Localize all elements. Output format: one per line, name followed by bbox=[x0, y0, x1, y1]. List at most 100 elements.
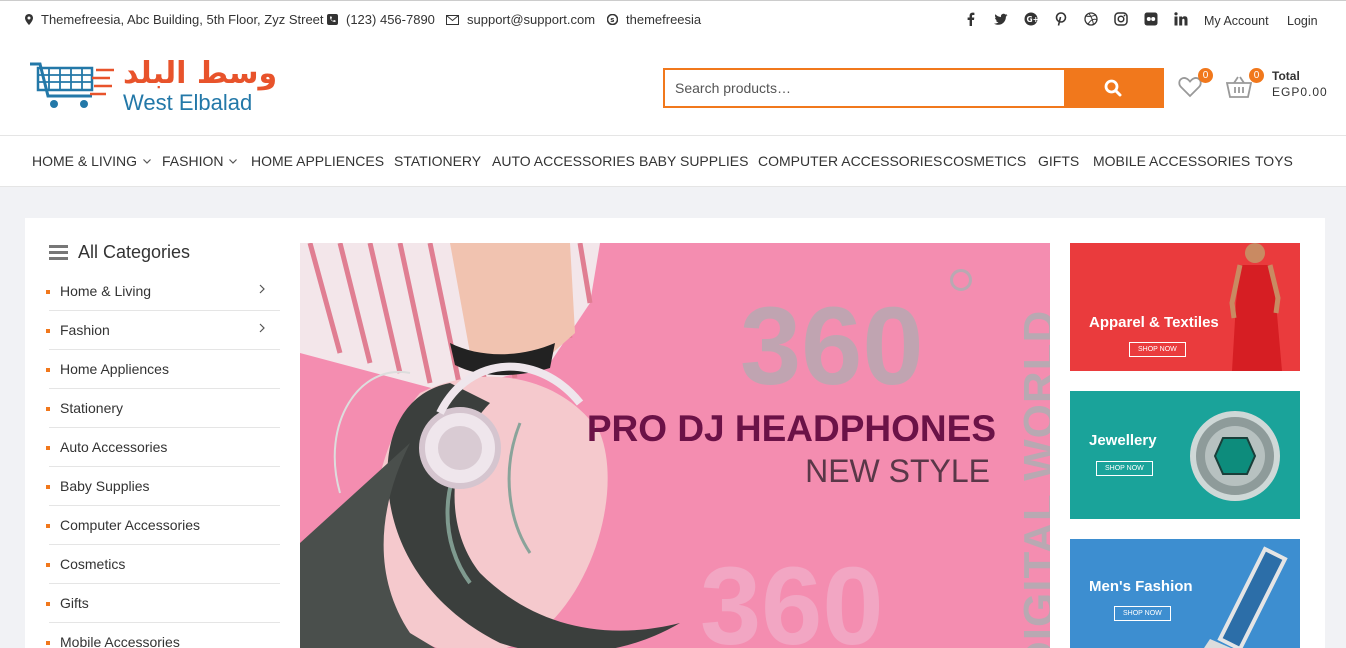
wishlist-button[interactable]: 0 bbox=[1178, 68, 1213, 100]
nav-item-label: MOBILE ACCESSORIES bbox=[1093, 153, 1251, 169]
search-button[interactable] bbox=[1064, 70, 1162, 106]
chevron-down-icon bbox=[229, 158, 238, 164]
nav-item-cosmetics[interactable]: COSMETICS bbox=[943, 153, 1026, 169]
map-marker-icon bbox=[25, 14, 33, 25]
category-label: Computer Accessories bbox=[60, 517, 201, 533]
category-item-home-appliences[interactable]: Home Appliences bbox=[46, 350, 280, 389]
site-header: وسط البلد West Elbalad 0 0 Total EGP0.00 bbox=[0, 38, 1346, 136]
google-plus-icon[interactable]: G+ bbox=[1024, 12, 1038, 26]
hero-large-number-faded: 360 bbox=[700, 545, 884, 648]
nav-item-computer-accessories[interactable]: COMPUTER ACCESSORIES bbox=[758, 153, 942, 169]
phone-icon bbox=[327, 14, 338, 25]
search-input[interactable] bbox=[665, 70, 1064, 106]
hero-banner[interactable]: 360 360 DIGITAL WORLD PRO DJ HEADPHONES … bbox=[300, 243, 1050, 648]
address-text: Themefreesia, Abc Building, 5th Floor, Z… bbox=[41, 12, 324, 27]
category-item-stationery[interactable]: Stationery bbox=[46, 389, 280, 428]
nav-item-label: AUTO ACCESSORIES bbox=[492, 153, 635, 169]
hero-large-number: 360 bbox=[740, 285, 924, 408]
site-logo[interactable]: وسط البلد West Elbalad bbox=[28, 56, 277, 118]
banner-title: Men's Fashion bbox=[1089, 578, 1193, 595]
chevron-down-icon bbox=[143, 158, 151, 164]
category-item-mobile-accessories[interactable]: Mobile Accessories bbox=[46, 623, 280, 648]
promo-banner-jewellery[interactable]: Jewellery SHOP NOW bbox=[1070, 391, 1300, 519]
linkedin-icon[interactable] bbox=[1174, 12, 1188, 26]
my-account-link[interactable]: My Account bbox=[1204, 14, 1269, 28]
category-list: Home & Living Fashion Home Appliences St… bbox=[46, 272, 280, 648]
nav-item-stationery[interactable]: STATIONERY bbox=[394, 153, 481, 169]
svg-text:G+: G+ bbox=[1027, 15, 1039, 24]
facebook-icon[interactable] bbox=[964, 12, 978, 26]
categories-title: All Categories bbox=[78, 242, 191, 262]
nav-item-label: HOME & LIVING bbox=[32, 153, 138, 169]
basket-icon bbox=[1225, 76, 1253, 98]
banner-title: Apparel & Textiles bbox=[1089, 314, 1219, 331]
category-item-computer-accessories[interactable]: Computer Accessories bbox=[46, 506, 280, 545]
nav-item-auto-accessories[interactable]: AUTO ACCESSORIES bbox=[492, 153, 635, 169]
nav-item-label: COSMETICS bbox=[943, 153, 1027, 169]
search-bar bbox=[663, 68, 1164, 108]
phone-info[interactable]: (123) 456-7890 bbox=[327, 12, 435, 27]
nav-item-baby-supplies[interactable]: BABY SUPPLIES bbox=[639, 153, 748, 169]
cart-total-value: EGP0.00 bbox=[1272, 85, 1328, 99]
cart-button[interactable]: 0 bbox=[1225, 68, 1264, 101]
category-item-auto-accessories[interactable]: Auto Accessories bbox=[46, 428, 280, 467]
flickr-icon[interactable] bbox=[1144, 12, 1158, 26]
instagram-icon[interactable] bbox=[1114, 12, 1128, 26]
category-label: Auto Accessories bbox=[60, 439, 168, 455]
skype-icon: s bbox=[607, 14, 618, 25]
category-item-fashion[interactable]: Fashion bbox=[46, 311, 280, 350]
address-info: Themefreesia, Abc Building, 5th Floor, Z… bbox=[25, 12, 324, 27]
wishlist-count-badge: 0 bbox=[1198, 68, 1213, 83]
nav-item-label: FASHION bbox=[162, 153, 224, 169]
hero-vertical-text: DIGITAL WORLD bbox=[1015, 309, 1050, 648]
phone-text: (123) 456-7890 bbox=[346, 12, 435, 27]
skype-info[interactable]: s themefreesia bbox=[607, 12, 701, 27]
shop-now-button[interactable]: SHOP NOW bbox=[1114, 606, 1171, 621]
main-navigation: HOME & LIVING FASHION HOME APPLIENCES ST… bbox=[0, 136, 1346, 187]
promo-banner-mens-fashion[interactable]: Men's Fashion SHOP NOW bbox=[1070, 539, 1300, 648]
nav-item-label: STATIONERY bbox=[394, 153, 482, 169]
search-icon bbox=[1104, 79, 1122, 97]
nav-item-label: COMPUTER ACCESSORIES bbox=[758, 153, 943, 169]
nav-item-label: HOME APPLIENCES bbox=[251, 153, 385, 169]
promo-banner-apparel[interactable]: Apparel & Textiles SHOP NOW bbox=[1070, 243, 1300, 371]
categories-heading: All Categories bbox=[49, 242, 190, 263]
hero-subtitle: NEW STYLE bbox=[805, 453, 990, 489]
category-label: Mobile Accessories bbox=[60, 634, 180, 648]
logo-arabic-text: وسط البلد bbox=[123, 56, 278, 91]
category-item-home-living[interactable]: Home & Living bbox=[46, 272, 280, 311]
chevron-right-icon bbox=[259, 323, 265, 333]
cart-total-label: Total bbox=[1272, 69, 1300, 83]
category-item-cosmetics[interactable]: Cosmetics bbox=[46, 545, 280, 584]
top-bar: Themefreesia, Abc Building, 5th Floor, Z… bbox=[0, 0, 1346, 38]
nav-item-gifts[interactable]: GIFTS bbox=[1038, 153, 1079, 169]
logo-english-text: West Elbalad bbox=[123, 90, 253, 115]
nav-item-home-living[interactable]: HOME & LIVING bbox=[32, 153, 151, 169]
nav-item-label: TOYS bbox=[1255, 153, 1293, 169]
category-item-baby-supplies[interactable]: Baby Supplies bbox=[46, 467, 280, 506]
shop-now-button[interactable]: SHOP NOW bbox=[1129, 342, 1186, 357]
dribbble-icon[interactable] bbox=[1084, 12, 1098, 26]
nav-item-home-appliences[interactable]: HOME APPLIENCES bbox=[251, 153, 384, 169]
category-label: Home Appliences bbox=[60, 361, 169, 377]
twitter-icon[interactable] bbox=[994, 12, 1008, 26]
nav-item-mobile-accessories[interactable]: MOBILE ACCESSORIES bbox=[1093, 153, 1250, 169]
email-info[interactable]: support@support.com bbox=[446, 12, 595, 27]
cart-count-badge: 0 bbox=[1249, 68, 1264, 83]
skype-text: themefreesia bbox=[626, 12, 702, 27]
nav-item-fashion[interactable]: FASHION bbox=[162, 153, 238, 169]
nav-item-toys[interactable]: TOYS bbox=[1255, 153, 1293, 169]
category-label: Cosmetics bbox=[60, 556, 126, 572]
category-label: Stationery bbox=[60, 400, 124, 416]
category-item-gifts[interactable]: Gifts bbox=[46, 584, 280, 623]
banner-ring-image bbox=[1190, 411, 1280, 501]
degree-symbol bbox=[950, 269, 972, 291]
shop-now-button[interactable]: SHOP NOW bbox=[1096, 461, 1153, 476]
banner-model-image bbox=[1229, 243, 1282, 371]
svg-text:s: s bbox=[610, 16, 614, 24]
email-text: support@support.com bbox=[467, 12, 596, 27]
pinterest-icon[interactable] bbox=[1054, 12, 1068, 26]
envelope-icon bbox=[446, 14, 459, 25]
login-link[interactable]: Login bbox=[1287, 14, 1318, 28]
banner-title: Jewellery bbox=[1089, 432, 1157, 449]
